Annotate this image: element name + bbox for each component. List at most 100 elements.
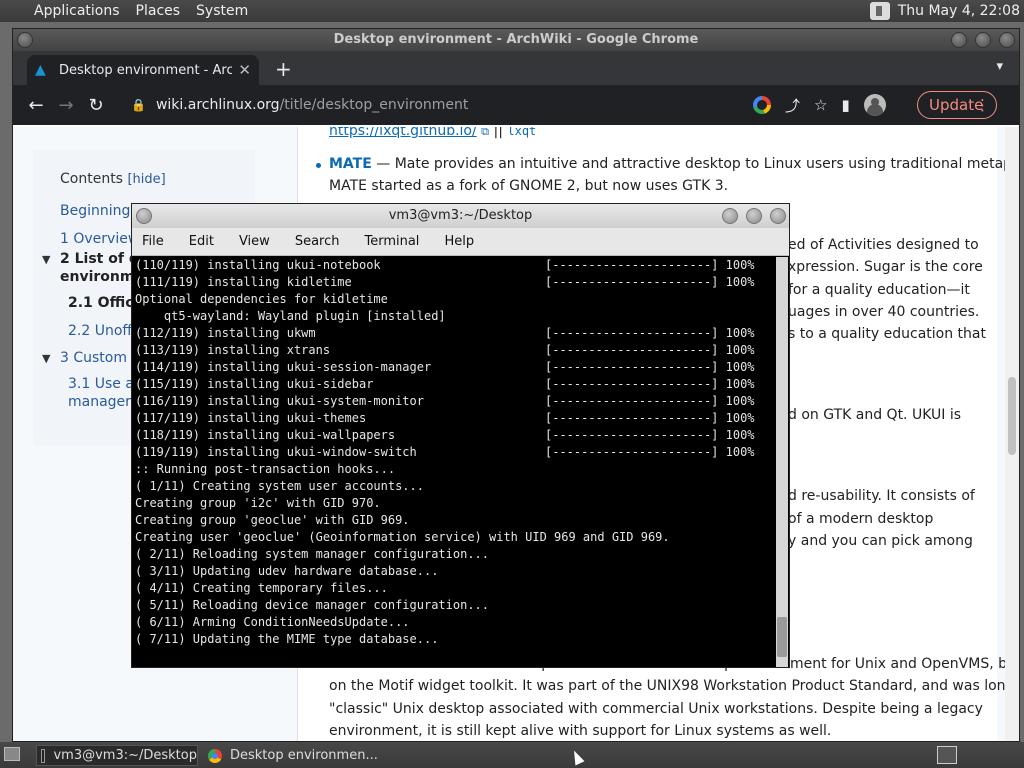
taskbar-chrome-label: Desktop environmen... [230,748,378,763]
toc-title: Contents [hide] [60,171,166,187]
more-menu-icon[interactable]: ⋮ [975,92,990,118]
toc-item-custom[interactable]: 3 Custom e [60,350,140,366]
toc-hide-link[interactable]: [hide] [127,172,165,187]
terminal-line: ( 1/11) Creating system user accounts... [135,478,777,495]
url-path: /title/desktop_environment [279,97,469,113]
volume-icon[interactable] [869,2,890,20]
minimize-button[interactable] [951,32,967,48]
system-menu[interactable]: System [188,0,256,22]
mate-line-1: MATE — Mate provides an intuitive and at… [329,156,1019,172]
terminal-line: ( 6/11) Arming ConditionNeedsUpdate... [135,614,777,631]
update-button[interactable]: Update ⋮ [917,91,997,119]
terminal-line: Optional dependencies for kidletime [135,291,777,308]
applications-menu[interactable]: Applications [0,0,128,22]
address-bar[interactable]: 🔒 wiki.archlinux.org/title/desktop_envir… [121,89,761,121]
close-window-button[interactable] [999,32,1015,48]
terminal-line-text: ( 3/11) Updating udev hardware database.… [135,564,439,578]
taskbar-terminal[interactable]: vm3@vm3:~/Desktop [36,745,198,766]
toc-item-overview[interactable]: 1 Overview [60,231,139,247]
toc-item-use-a[interactable]: 3.1 Use a [68,376,134,392]
text-fragment: xpression. Sugar is the core [788,259,983,275]
toc-collapse-chevron-icon-2[interactable]: ▼ [42,352,50,365]
terminal-line-text: (113/119) installing xtrans [135,343,331,357]
toc-item-beginning[interactable]: Beginning [60,203,130,219]
menu-edit[interactable]: Edit [189,234,214,249]
terminal-line-text: Creating user 'geoclue' (Geoinformation … [135,530,670,544]
page-scrollbar[interactable] [1005,127,1019,741]
toc-collapse-chevron-icon[interactable]: ▼ [42,253,50,266]
menu-terminal[interactable]: Terminal [364,234,419,249]
chrome-titlebar[interactable]: Desktop environment - ArchWiki - Google … [13,29,1019,51]
places-menu[interactable]: Places [128,0,189,22]
lxqt-homepage-link[interactable]: https://lxqt.github.io/ [329,127,477,139]
terminal-line-text: (117/119) installing ukui-themes [135,411,367,425]
terminal-titlebar[interactable]: vm3@vm3:~/Desktop [132,204,789,228]
mate-desc: — Mate provides an intuitive and attract… [371,156,1019,172]
terminal-progress-bar: [----------------------] 100% [545,360,755,374]
terminal-window: vm3@vm3:~/Desktop File Edit View Search … [131,203,790,668]
back-arrow-icon[interactable]: ← [21,95,51,116]
tab-search-chevron-down-icon[interactable]: ▾ [996,59,1003,74]
google-icon[interactable] [753,96,771,114]
terminal-line: (118/119) installing ukui-wallpapers [---… [135,427,777,444]
terminal-output[interactable]: (110/119) installing ukui-notebook [-----… [132,257,777,667]
menu-help[interactable]: Help [444,234,474,249]
terminal-line: :: Running post-transaction hooks... [135,461,777,478]
terminal-scrollbar[interactable] [776,257,788,667]
url-host: wiki.archlinux.org [155,97,280,113]
tab-desktop-environment[interactable]: ▲ Desktop environment - ArchW ✕ [27,55,259,85]
terminal-scrollbar-thumb[interactable] [777,617,787,657]
terminal-line-text: qt5-wayland: Wayland plugin [installed] [135,309,446,323]
share-icon[interactable]: ⤴ [785,95,800,116]
bookmark-star-icon[interactable]: ☆ [814,96,827,114]
clock[interactable]: Thu May 4, 22:08 [898,3,1020,19]
chrome-icon [208,748,222,763]
side-panel-icon[interactable]: ▮ [841,96,849,114]
forward-arrow-icon[interactable]: → [51,95,81,116]
page-scrollbar-thumb[interactable] [1008,377,1016,455]
menu-view[interactable]: View [239,234,270,249]
chrome-window-title: Desktop environment - ArchWiki - Google … [333,32,699,47]
terminal-line: ( 7/11) Updating the MIME type database.… [135,631,777,648]
toc-item-manager[interactable]: manager [68,394,131,410]
show-desktop-icon[interactable] [4,747,20,761]
taskbar-chrome[interactable]: Desktop environmen... [204,745,404,766]
terminal-line-text: ( 7/11) Updating the MIME type database.… [135,632,439,646]
text-fragment: s to a quality education that [788,326,986,342]
terminal-progress-bar: [----------------------] 100% [545,275,755,289]
terminal-line: ( 3/11) Updating udev hardware database.… [135,563,777,580]
browser-toolbar: ← → ↻ 🔒 wiki.archlinux.org/title/desktop… [13,85,1019,125]
reload-icon[interactable]: ↻ [81,95,111,116]
terminal-line: Creating group 'i2c' with GID 970. [135,495,777,512]
terminal-line: (111/119) installing kidletime [---------… [135,274,777,291]
terminal-menubar: File Edit View Search Terminal Help [132,228,789,256]
terminal-close-button[interactable] [770,208,786,224]
mate-line-2: MATE started as a fork of GNOME 2, but n… [329,178,729,194]
maximize-button[interactable] [975,32,991,48]
profile-avatar-icon[interactable] [863,94,886,116]
text-fragment: d re-usability. It consists of [788,488,975,504]
terminal-minimize-button[interactable] [722,208,738,224]
mate-link[interactable]: MATE [329,156,372,172]
terminal-line-text: (110/119) installing ukui-notebook [135,258,381,272]
terminal-line: (119/119) installing ukui-window-switch [… [135,444,777,461]
taskbar-terminal-label: vm3@vm3:~/Desktop [53,748,197,763]
lxqt-package-link[interactable]: lxqt [507,127,536,138]
menu-search[interactable]: Search [295,234,340,249]
workspace-switcher[interactable] [937,746,957,764]
new-tab-icon[interactable]: + [275,57,292,81]
terminal-maximize-button[interactable] [746,208,762,224]
terminal-line-text: :: Running post-transaction hooks... [135,462,396,476]
toc-item-unofficial[interactable]: 2.2 Unoffi [68,323,136,339]
tab-close-icon[interactable]: ✕ [238,61,251,79]
terminal-progress-bar: [----------------------] 100% [545,394,755,408]
terminal-line-text: (118/119) installing ukui-wallpapers [135,428,396,442]
menu-file[interactable]: File [142,234,164,249]
terminal-line-text: Creating group 'i2c' with GID 970. [135,496,381,510]
tab-title: Desktop environment - ArchW [59,62,233,78]
window-menu-button[interactable] [17,32,33,48]
terminal-line-text: (114/119) installing ukui-session-manage… [135,360,432,374]
terminal-window-menu-button[interactable] [136,208,152,224]
list-bullet [316,163,321,168]
lock-icon[interactable]: 🔒 [131,98,146,112]
